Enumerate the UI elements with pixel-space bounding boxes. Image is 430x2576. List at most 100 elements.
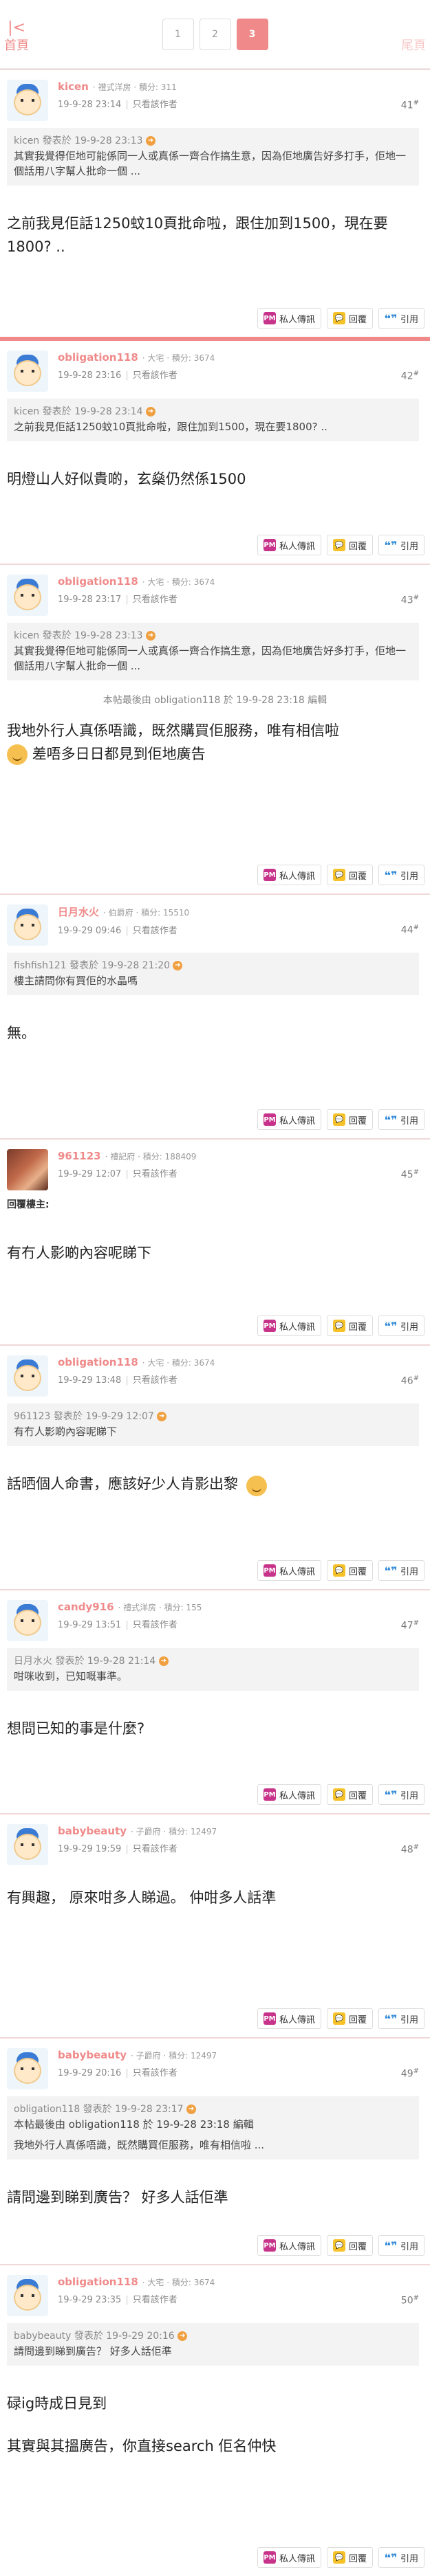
post-body: 有興趣， 原來咁多人睇過。 仲咁多人話準 xyxy=(7,1889,277,1906)
reply-button[interactable]: 💬 回覆 xyxy=(326,2008,373,2029)
page-2-button[interactable]: 2 xyxy=(199,18,231,50)
avatar[interactable] xyxy=(7,1824,48,1865)
reply-button[interactable]: 💬 回覆 xyxy=(326,535,373,555)
quote-button[interactable]: ❝❞ 引用 xyxy=(378,865,424,885)
post-time: 19-9-29 23:35 xyxy=(58,2295,122,2305)
post-body: 無。 xyxy=(7,1025,36,1041)
private-message-button[interactable]: PM 私人傳訊 xyxy=(257,1784,321,1805)
private-message-button[interactable]: PM 私人傳訊 xyxy=(257,1315,321,1336)
reply-button[interactable]: 💬 回覆 xyxy=(326,1315,373,1336)
page-3-button[interactable]: 3 xyxy=(236,18,268,50)
post-actions: PM 私人傳訊 💬 回覆 ❝❞ 引用 xyxy=(257,865,424,885)
quote-button[interactable]: ❝❞ 引用 xyxy=(378,2547,424,2568)
author-only-link[interactable]: 只看該作者 xyxy=(133,1844,178,1854)
post-time: 19-9-29 20:16 xyxy=(58,2068,122,2078)
avatar[interactable] xyxy=(7,1355,48,1397)
jump-arrow-icon[interactable]: ➜ xyxy=(158,1656,169,1666)
username-link[interactable]: 日月水火 xyxy=(58,906,99,918)
jump-arrow-icon[interactable]: ➜ xyxy=(178,2331,188,2341)
avatar[interactable] xyxy=(7,351,48,392)
speech-bubble-icon: 💬 xyxy=(332,312,345,324)
author-only-link[interactable]: 只看該作者 xyxy=(133,1620,178,1630)
quote-button[interactable]: ❝❞ 引用 xyxy=(378,535,424,555)
jump-arrow-icon[interactable]: ➜ xyxy=(145,136,155,146)
post-header: babybeauty · 子爵府 · 積分: 12497 19-9-29 20:16… xyxy=(7,2039,423,2096)
post-body-2: 差唔多日日都見到佢地廣告 xyxy=(7,742,423,766)
last-page-link[interactable]: 尾頁 xyxy=(400,36,427,54)
speech-bubble-icon: 💬 xyxy=(332,539,345,551)
quote-button[interactable]: ❝❞ 引用 xyxy=(378,1560,424,1581)
private-message-button[interactable]: PM 私人傳訊 xyxy=(257,2235,321,2256)
home-link[interactable]: |< 首頁 xyxy=(3,21,30,54)
quote-button[interactable]: ❝❞ 引用 xyxy=(378,2008,424,2029)
username-link[interactable]: babybeauty xyxy=(58,2049,127,2061)
private-message-button[interactable]: PM 私人傳訊 xyxy=(257,308,321,329)
post-body: 有冇人影啲內容呢睇下 xyxy=(7,1245,151,1261)
username-link[interactable]: babybeauty xyxy=(58,1825,127,1837)
speech-bubble-icon: 💬 xyxy=(332,1788,345,1801)
avatar[interactable] xyxy=(7,904,48,946)
quote-icon: ❝❞ xyxy=(384,311,398,325)
quote-button[interactable]: ❝❞ 引用 xyxy=(378,1109,424,1130)
post-time: 19-9-29 12:07 xyxy=(58,1169,122,1179)
edit-note: 本帖最後由 obligation118 於 19-9-28 23:18 編輯 xyxy=(103,695,327,706)
author-only-link[interactable]: 只看該作者 xyxy=(133,595,178,605)
jump-arrow-icon[interactable]: ➜ xyxy=(157,1412,167,1421)
post-body: 想問已知的事是什麼? xyxy=(7,1720,145,1737)
post-body: 明燈山人好似貴啲，玄燊仍然係1500 xyxy=(7,471,246,487)
avatar[interactable] xyxy=(7,1600,48,1641)
quote-header: kicen 發表於 19-9-28 23:14 xyxy=(14,406,143,417)
avatar[interactable] xyxy=(7,2275,48,2316)
speech-bubble-icon: 💬 xyxy=(332,1113,345,1126)
username-link[interactable]: obligation118 xyxy=(58,351,138,364)
jump-arrow-icon[interactable]: ➜ xyxy=(145,631,155,641)
author-only-link[interactable]: 只看該作者 xyxy=(133,2068,178,2078)
jump-arrow-icon[interactable]: ➜ xyxy=(173,961,183,970)
quote-button[interactable]: ❝❞ 引用 xyxy=(378,2235,424,2256)
quote-button[interactable]: ❝❞ 引用 xyxy=(378,1315,424,1336)
quote-text: 請問邊到睇到廣告？ 好多人話佢準 xyxy=(14,2345,172,2357)
username-link[interactable]: obligation118 xyxy=(58,575,138,588)
username-link[interactable]: kicen xyxy=(58,80,89,93)
private-message-button[interactable]: PM 私人傳訊 xyxy=(257,535,321,555)
page-1-button[interactable]: 1 xyxy=(162,18,194,50)
avatar[interactable] xyxy=(7,80,48,121)
author-only-link[interactable]: 只看該作者 xyxy=(133,370,178,381)
quote-button[interactable]: ❝❞ 引用 xyxy=(378,308,424,329)
private-message-button[interactable]: PM 私人傳訊 xyxy=(257,2547,321,2568)
reply-button[interactable]: 💬 回覆 xyxy=(326,1109,373,1130)
speech-bubble-icon: 💬 xyxy=(332,1564,345,1577)
jump-arrow-icon[interactable]: ➜ xyxy=(145,407,155,417)
reply-button[interactable]: 💬 回覆 xyxy=(326,308,373,329)
author-only-link[interactable]: 只看該作者 xyxy=(133,1169,178,1179)
reply-button[interactable]: 💬 回覆 xyxy=(326,2235,373,2256)
post-actions: PM 私人傳訊 💬 回覆 ❝❞ 引用 xyxy=(257,1315,424,1336)
quote-button[interactable]: ❝❞ 引用 xyxy=(378,1784,424,1805)
reply-button[interactable]: 💬 回覆 xyxy=(326,865,373,885)
reply-label: 回覆樓主: xyxy=(7,1199,50,1210)
quote-icon: ❝❞ xyxy=(384,1113,398,1126)
avatar[interactable] xyxy=(7,575,48,616)
jump-arrow-icon[interactable]: ➜ xyxy=(186,2105,197,2114)
author-only-link[interactable]: 只看該作者 xyxy=(133,1375,178,1386)
username-link[interactable]: obligation118 xyxy=(58,2276,138,2288)
private-message-button[interactable]: PM 私人傳訊 xyxy=(257,2008,321,2029)
username-link[interactable]: 961123 xyxy=(58,1150,101,1162)
reply-button[interactable]: 💬 回覆 xyxy=(326,1784,373,1805)
username-link[interactable]: obligation118 xyxy=(58,1356,138,1368)
reply-button[interactable]: 💬 回覆 xyxy=(326,1560,373,1581)
author-only-link[interactable]: 只看該作者 xyxy=(133,100,178,110)
post-header: candy916 · 禮式洋房 · 積分: 155 19-9-29 13:51 | 只看… xyxy=(7,1590,423,1648)
reply-button[interactable]: 💬 回覆 xyxy=(326,2547,373,2568)
quote-block: obligation118 發表於 19-9-28 23:17 ➜ 本帖最後由 o… xyxy=(7,2096,419,2159)
post: obligation118 · 大宅 · 積分: 3674 19-9-29 13:4… xyxy=(0,1344,430,1589)
author-only-link[interactable]: 只看該作者 xyxy=(133,926,178,936)
private-message-button[interactable]: PM 私人傳訊 xyxy=(257,1560,321,1581)
author-only-link[interactable]: 只看該作者 xyxy=(133,2295,178,2305)
avatar[interactable] xyxy=(7,2048,48,2089)
avatar[interactable] xyxy=(7,1149,48,1190)
laugh-emoji-icon xyxy=(7,744,28,765)
username-link[interactable]: candy916 xyxy=(58,1601,114,1613)
private-message-button[interactable]: PM 私人傳訊 xyxy=(257,865,321,885)
private-message-button[interactable]: PM 私人傳訊 xyxy=(257,1109,321,1130)
